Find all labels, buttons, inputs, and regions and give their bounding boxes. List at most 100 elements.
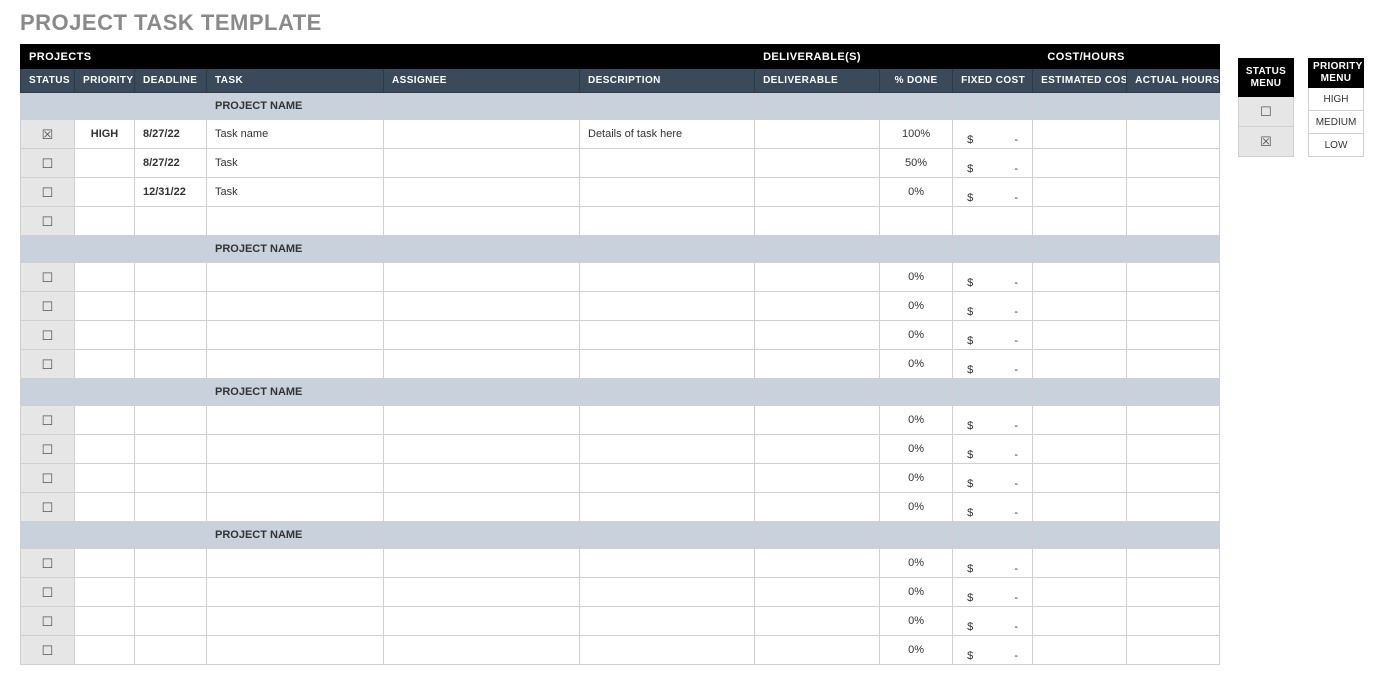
fixedcost-cell[interactable]: $- [953,292,1033,321]
status-checkbox[interactable]: ☐ [20,578,75,607]
task-cell[interactable] [207,350,384,379]
project-name[interactable]: PROJECT NAME [207,522,384,549]
pctdone-cell[interactable]: 100% [880,120,953,149]
description-cell[interactable] [580,207,755,236]
assignee-cell[interactable] [384,435,580,464]
pctdone-cell[interactable]: 50% [880,149,953,178]
estcost-cell[interactable] [1033,464,1127,493]
deliverable-cell[interactable] [755,464,880,493]
description-cell[interactable] [580,350,755,379]
estcost-cell[interactable] [1033,493,1127,522]
deadline-cell[interactable] [135,435,207,464]
pctdone-cell[interactable]: 0% [880,464,953,493]
priority-cell[interactable] [75,607,135,636]
actualhours-cell[interactable] [1127,493,1220,522]
assignee-cell[interactable] [384,263,580,292]
fixedcost-cell[interactable]: $- [953,120,1033,149]
deadline-cell[interactable] [135,493,207,522]
actualhours-cell[interactable] [1127,350,1220,379]
deadline-cell[interactable] [135,549,207,578]
assignee-cell[interactable] [384,549,580,578]
deliverable-cell[interactable] [755,493,880,522]
fixedcost-cell[interactable]: $- [953,464,1033,493]
task-cell[interactable] [207,435,384,464]
estcost-cell[interactable] [1033,207,1127,236]
task-cell[interactable] [207,406,384,435]
pctdone-cell[interactable]: 0% [880,321,953,350]
fixedcost-cell[interactable]: $- [953,549,1033,578]
priority-cell[interactable] [75,178,135,207]
fixedcost-cell[interactable]: $- [953,321,1033,350]
deadline-cell[interactable]: 12/31/22 [135,178,207,207]
status-checkbox[interactable]: ☐ [20,263,75,292]
description-cell[interactable] [580,321,755,350]
priority-cell[interactable] [75,578,135,607]
deadline-cell[interactable] [135,406,207,435]
estcost-cell[interactable] [1033,149,1127,178]
status-checkbox[interactable]: ☐ [20,292,75,321]
estcost-cell[interactable] [1033,263,1127,292]
deadline-cell[interactable] [135,464,207,493]
fixedcost-cell[interactable] [953,207,1033,236]
fixedcost-cell[interactable]: $- [953,578,1033,607]
estcost-cell[interactable] [1033,120,1127,149]
description-cell[interactable] [580,178,755,207]
deadline-cell[interactable] [135,607,207,636]
task-cell[interactable] [207,292,384,321]
task-cell[interactable] [207,578,384,607]
assignee-cell[interactable] [384,321,580,350]
estcost-cell[interactable] [1033,321,1127,350]
task-cell[interactable]: Task [207,149,384,178]
deliverable-cell[interactable] [755,350,880,379]
pctdone-cell[interactable]: 0% [880,178,953,207]
project-name[interactable]: PROJECT NAME [207,379,384,406]
description-cell[interactable] [580,636,755,665]
deliverable-cell[interactable] [755,207,880,236]
deadline-cell[interactable]: 8/27/22 [135,120,207,149]
estcost-cell[interactable] [1033,350,1127,379]
status-checkbox[interactable]: ☐ [20,149,75,178]
deadline-cell[interactable] [135,207,207,236]
pctdone-cell[interactable]: 0% [880,406,953,435]
actualhours-cell[interactable] [1127,321,1220,350]
description-cell[interactable] [580,607,755,636]
fixedcost-cell[interactable]: $- [953,406,1033,435]
actualhours-cell[interactable] [1127,549,1220,578]
estcost-cell[interactable] [1033,178,1127,207]
task-cell[interactable] [207,464,384,493]
pctdone-cell[interactable]: 0% [880,435,953,464]
description-cell[interactable] [580,263,755,292]
pctdone-cell[interactable]: 0% [880,636,953,665]
status-checkbox[interactable]: ☐ [20,464,75,493]
actualhours-cell[interactable] [1127,406,1220,435]
status-checkbox[interactable]: ☐ [20,435,75,464]
assignee-cell[interactable] [384,607,580,636]
description-cell[interactable] [580,406,755,435]
fixedcost-cell[interactable]: $- [953,178,1033,207]
fixedcost-cell[interactable]: $- [953,607,1033,636]
assignee-cell[interactable] [384,350,580,379]
actualhours-cell[interactable] [1127,607,1220,636]
priority-cell[interactable] [75,321,135,350]
priority-cell[interactable] [75,406,135,435]
priority-cell[interactable] [75,149,135,178]
status-checkbox[interactable]: ☐ [20,406,75,435]
priority-cell[interactable] [75,263,135,292]
deliverable-cell[interactable] [755,435,880,464]
description-cell[interactable] [580,549,755,578]
deliverable-cell[interactable] [755,636,880,665]
status-checkbox[interactable]: ☐ [20,636,75,665]
assignee-cell[interactable] [384,120,580,149]
priority-cell[interactable] [75,350,135,379]
status-checkbox[interactable]: ☐ [20,321,75,350]
description-cell[interactable] [580,464,755,493]
pctdone-cell[interactable]: 0% [880,263,953,292]
task-cell[interactable] [207,607,384,636]
pctdone-cell[interactable] [880,207,953,236]
status-checkbox[interactable]: ☐ [20,350,75,379]
deadline-cell[interactable] [135,292,207,321]
task-cell[interactable] [207,321,384,350]
estcost-cell[interactable] [1033,406,1127,435]
task-cell[interactable] [207,549,384,578]
status-checkbox[interactable]: ☐ [20,178,75,207]
